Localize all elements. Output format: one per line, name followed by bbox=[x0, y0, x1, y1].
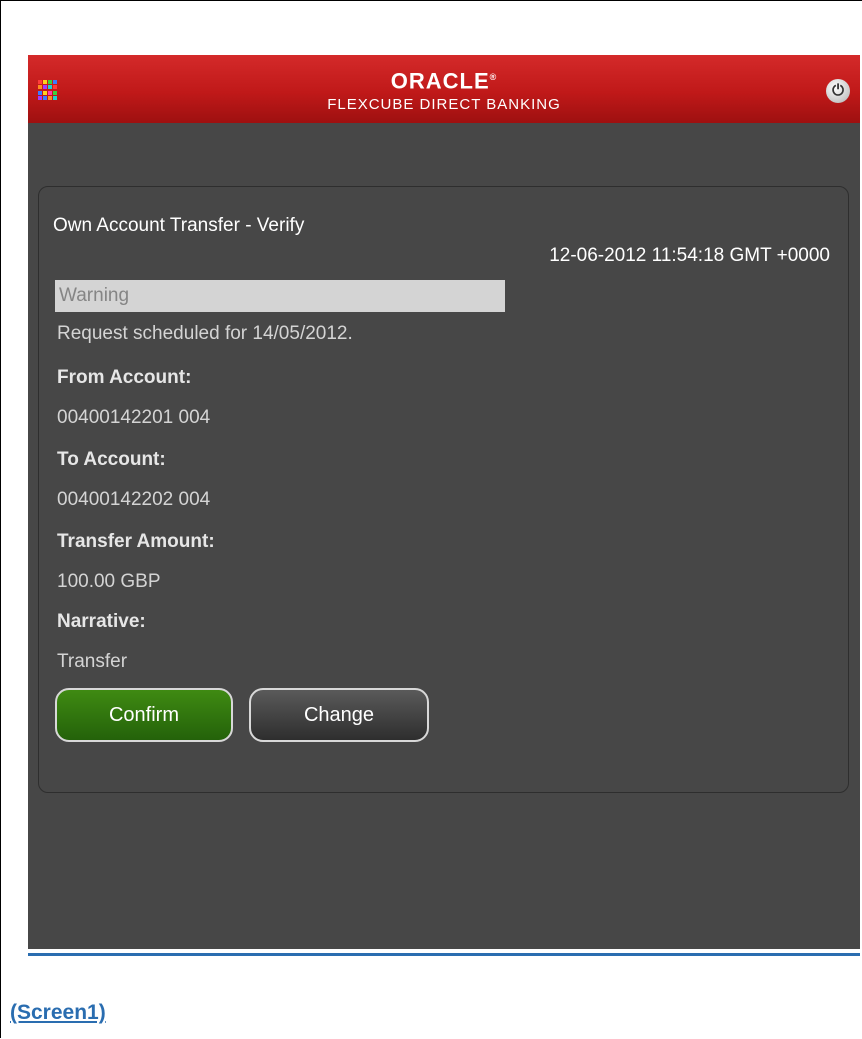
transfer-amount-value: 100.00 GBP bbox=[57, 571, 161, 592]
verify-panel: Own Account Transfer - Verify 12-06-2012… bbox=[38, 186, 849, 793]
from-account-value: 00400142201 004 bbox=[57, 407, 211, 428]
app-screen: ORACLE® FLEXCUBE DIRECT BANKING ⏻ Own Ac… bbox=[28, 55, 860, 949]
warning-banner: Warning bbox=[55, 280, 505, 312]
confirm-button[interactable]: Confirm bbox=[55, 688, 233, 742]
power-icon[interactable]: ⏻ bbox=[826, 79, 850, 103]
to-account-value: 00400142202 004 bbox=[57, 489, 211, 510]
divider-line bbox=[28, 953, 860, 956]
screen-caption-link[interactable]: (Screen1) bbox=[10, 1001, 106, 1025]
narrative-value: Transfer bbox=[57, 651, 128, 672]
product-name: FLEXCUBE DIRECT BANKING bbox=[327, 96, 561, 114]
scheduled-message: Request scheduled for 14/05/2012. bbox=[57, 323, 353, 344]
change-button[interactable]: Change bbox=[249, 688, 429, 742]
header-bar: ORACLE® FLEXCUBE DIRECT BANKING ⏻ bbox=[28, 55, 860, 123]
to-account-label: To Account: bbox=[57, 449, 166, 470]
page-title: Own Account Transfer - Verify bbox=[53, 215, 305, 236]
narrative-label: Narrative: bbox=[57, 611, 146, 632]
brand-logo: ORACLE® FLEXCUBE DIRECT BANKING bbox=[28, 65, 860, 115]
timestamp: 12-06-2012 11:54:18 GMT +0000 bbox=[549, 245, 830, 266]
transfer-amount-label: Transfer Amount: bbox=[57, 531, 215, 552]
from-account-label: From Account: bbox=[57, 367, 192, 388]
oracle-logo-text: ORACLE® bbox=[390, 68, 498, 94]
